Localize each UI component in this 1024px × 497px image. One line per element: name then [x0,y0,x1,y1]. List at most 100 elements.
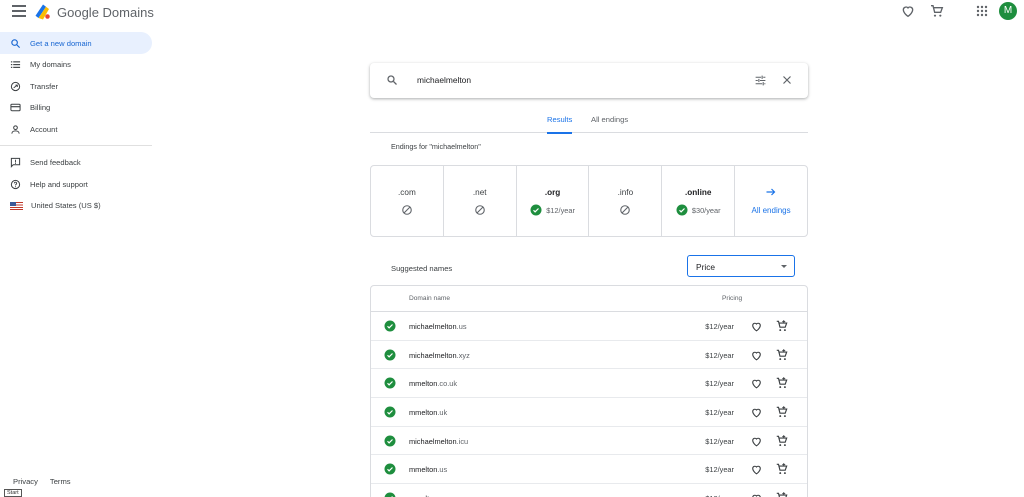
available-check-icon [384,320,396,332]
terms-link[interactable]: Terms [50,477,71,486]
table-row[interactable]: mmelton.org$12/year [371,484,807,497]
sidebar: Get a new domain My domains Transfer Bil… [0,32,152,217]
domain-search-input[interactable] [417,72,717,88]
tune-filter-icon[interactable] [754,74,767,87]
domain-tld: .us [456,322,467,331]
add-to-cart-icon[interactable] [775,348,789,362]
domain-tld: .icu [456,436,469,446]
sidebar-item-label: Send feedback [30,158,81,168]
domain-base: michaelmelton [409,350,457,360]
column-domain-name: Domain name [409,295,451,302]
sidebar-item-label: Transfer [30,81,58,91]
add-to-cart-icon[interactable] [775,491,789,497]
feedback-icon [10,158,21,169]
apps-icon[interactable] [974,3,990,19]
favorite-heart-icon[interactable] [750,320,763,333]
table-row[interactable]: mmelton.us $12/year [371,455,807,485]
favorite-heart-icon[interactable] [750,435,763,448]
sidebar-item-get-new-domain[interactable]: Get a new domain [0,32,152,54]
list-icon [10,61,21,69]
privacy-link[interactable]: Privacy [13,477,38,486]
sidebar-item-country[interactable]: United States (US $) [0,195,152,217]
table-row[interactable]: mmelton.uk $12/year [371,398,807,427]
search-icon [11,38,21,48]
sort-select[interactable]: Price [687,255,795,277]
tab-results[interactable]: Results [547,112,573,134]
add-to-cart-icon[interactable] [775,462,789,476]
close-icon[interactable] [781,74,793,86]
domain-price: $12/year [705,465,734,475]
available-check-icon [384,377,396,389]
search-icon [387,75,397,85]
cart-icon[interactable] [929,3,945,19]
add-to-cart-icon[interactable] [775,405,789,419]
all-endings-link[interactable]: All endings [735,166,807,236]
table-row[interactable]: michaelmelton.us $12/year [371,312,807,341]
ending-net[interactable]: .net [444,166,517,236]
available-check-icon [384,349,396,361]
google-domains-logo [35,4,50,20]
favorite-heart-icon[interactable] [750,406,763,419]
sidebar-item-transfer[interactable]: Transfer [0,76,152,98]
unavailable-icon [402,205,412,215]
column-pricing: Pricing [722,295,743,302]
domain-name: mmelton.co.uk [409,379,457,388]
add-to-cart-icon[interactable] [775,319,789,333]
sidebar-item-billing[interactable]: Billing [0,97,152,119]
menu-icon[interactable] [12,5,26,17]
table-row[interactable]: michaelmelton.xyz $12/year [371,341,807,370]
ending-price: $12/year [546,205,575,215]
table-row[interactable]: michaelmelton.icu $12/year [371,427,807,456]
domain-price: $12/year [705,436,734,446]
favorite-heart-icon[interactable] [750,492,763,497]
avatar[interactable]: M [999,2,1017,20]
available-check-icon [676,204,688,216]
domain-base: mmelton [409,379,438,389]
endings-heading: Endings for "michaelmelton" [391,142,481,151]
sidebar-item-label: My domains [30,60,71,70]
ending-online[interactable]: .online $30/year [662,166,736,236]
ending-ext: .com [398,188,416,197]
table-row[interactable]: mmelton.co.uk $12/year [371,369,807,399]
domain-base: mmelton [409,465,438,475]
domain-base: michaelmelton [409,322,457,331]
ending-ext: .net [472,188,487,197]
ending-ext: .org [544,188,561,197]
unavailable-icon [474,205,485,215]
available-check-icon [384,406,396,418]
brand-name[interactable]: Google Domains [57,5,154,20]
ending-info[interactable]: .info [589,166,663,236]
add-to-cart-icon[interactable] [775,376,789,390]
favorite-heart-icon[interactable] [750,349,763,362]
card-icon [10,104,21,112]
sidebar-item-my-domains[interactable]: My domains [0,54,152,76]
favorite-heart-icon[interactable] [750,463,763,476]
ending-com[interactable]: .com [371,166,444,236]
available-check-icon [384,435,396,447]
sidebar-item-send-feedback[interactable]: Send feedback [0,152,152,174]
domain-name: michaelmelton.xyz [409,351,470,360]
sidebar-item-help[interactable]: Help and support [0,174,152,196]
results-tabs: Results All endings [370,112,808,134]
person-icon [11,125,20,134]
caret-down-icon [781,265,787,268]
sidebar-item-label: Help and support [30,179,88,189]
ending-org[interactable]: .org $12/year [517,166,590,236]
heart-icon[interactable] [900,3,916,19]
available-check-icon [384,492,396,497]
sidebar-divider [0,145,152,146]
us-flag-icon [10,201,23,210]
favorite-heart-icon[interactable] [750,377,763,390]
add-to-cart-icon[interactable] [775,434,789,448]
ending-price: $30/year [691,205,721,215]
sidebar-item-label: Get a new domain [30,38,92,48]
domain-tld: .us [437,465,448,475]
domain-price: $12/year [705,322,734,331]
transfer-icon [10,81,21,91]
tab-all-endings[interactable]: All endings [591,112,628,133]
suggested-names-table: Domain name Pricing michaelmelton.us $12/… [370,285,808,497]
sidebar-item-label: Account [30,124,58,134]
sidebar-item-label: Billing [30,103,51,113]
sidebar-item-account[interactable]: Account [0,119,152,141]
table-header: Domain name Pricing [371,286,807,312]
